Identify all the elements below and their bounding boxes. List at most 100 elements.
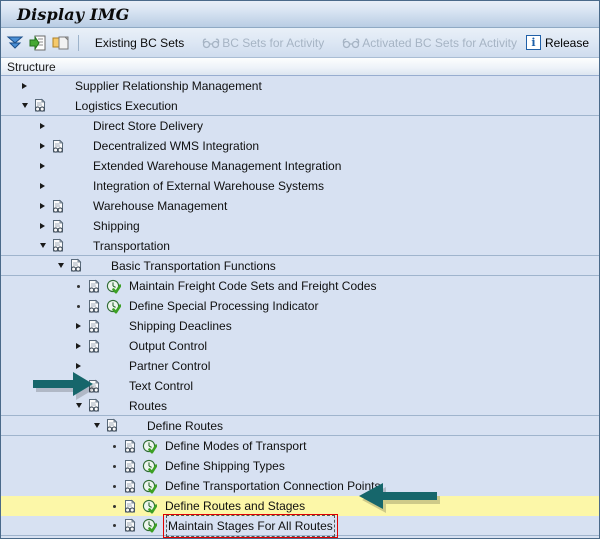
leaf-bullet-icon — [109, 461, 120, 472]
img-node-document-icon — [123, 459, 138, 474]
tree-row[interactable]: Output Control — [1, 336, 599, 356]
tree-row-label: Shipping Deaclines — [121, 316, 232, 336]
release-button[interactable]: i Release — [526, 32, 591, 54]
img-node-document-icon — [33, 98, 48, 113]
tree-row[interactable]: Shipping — [1, 216, 599, 236]
expand-arrow-icon[interactable] — [73, 341, 84, 352]
executable-activity-icon[interactable] — [142, 479, 157, 494]
expand-arrow-icon[interactable] — [37, 141, 48, 152]
activated-bc-sets-for-activity-label: Activated BC Sets for Activity — [362, 36, 517, 50]
tree-row[interactable]: Define Special Processing Indicator — [1, 296, 599, 316]
leaf-bullet-icon — [73, 301, 84, 312]
info-icon: i — [526, 35, 541, 50]
img-node-document-icon — [51, 238, 66, 253]
structure-column-label: Structure — [7, 60, 56, 74]
tree-row-label: Warehouse Management — [85, 196, 227, 216]
expand-arrow-icon[interactable] — [37, 121, 48, 132]
tree-row[interactable]: Text Control — [1, 376, 599, 396]
glasses-icon — [342, 36, 360, 50]
expand-arrow-icon[interactable] — [73, 321, 84, 332]
display-img-window: Display IMG — [0, 0, 600, 539]
leaf-bullet-icon — [73, 281, 84, 292]
tree-row-label: Maintain Freight Code Sets and Freight C… — [121, 276, 376, 296]
collapse-all-icon[interactable] — [5, 31, 26, 55]
expand-arrow-icon[interactable] — [37, 221, 48, 232]
tree-row[interactable]: Basic Transportation Functions — [1, 256, 599, 276]
tree-row-label: Define Special Processing Indicator — [121, 296, 318, 316]
tree-row-label: Integration of External Warehouse System… — [85, 176, 324, 196]
tree-row[interactable]: Maintain Freight Code Sets and Freight C… — [1, 276, 599, 296]
executable-activity-icon[interactable] — [142, 459, 157, 474]
copy-folder-icon[interactable] — [51, 31, 72, 55]
bc-sets-for-activity-button[interactable]: BC Sets for Activity — [193, 31, 333, 55]
expand-node-icon[interactable] — [28, 31, 49, 55]
img-node-document-icon — [51, 139, 66, 154]
expand-arrow-icon[interactable] — [37, 181, 48, 192]
toolbar: Existing BC Sets BC Sets for Activity — [1, 28, 599, 58]
img-node-document-icon — [105, 418, 120, 433]
tree-row-label: Direct Store Delivery — [85, 116, 203, 136]
tree-row[interactable]: Supplier Relationship Management — [1, 76, 599, 96]
collapse-arrow-icon[interactable] — [55, 260, 66, 271]
existing-bc-sets-button[interactable]: Existing BC Sets — [86, 31, 193, 55]
tree-row-label: Define Shipping Types — [157, 456, 285, 476]
expand-arrow-icon[interactable] — [37, 161, 48, 172]
img-node-document-icon — [87, 279, 102, 294]
tree-row-label: Define Modes of Transport — [157, 436, 306, 456]
img-node-document-icon — [87, 398, 102, 413]
collapse-arrow-icon[interactable] — [73, 400, 84, 411]
leaf-bullet-icon — [109, 441, 120, 452]
executable-activity-icon[interactable] — [142, 439, 157, 454]
img-node-document-icon — [123, 499, 138, 514]
img-node-document-icon — [87, 379, 102, 394]
existing-bc-sets-label: Existing BC Sets — [95, 36, 184, 50]
tree-row-label: Define Routes — [139, 416, 223, 436]
window-title-bar: Display IMG — [1, 1, 599, 28]
collapse-arrow-icon[interactable] — [37, 240, 48, 251]
img-node-document-icon — [123, 518, 138, 533]
tree-row[interactable]: Transportation — [1, 236, 599, 256]
expand-arrow-icon[interactable] — [73, 361, 84, 372]
tree-row[interactable]: Decentralized WMS Integration — [1, 136, 599, 156]
collapse-arrow-icon[interactable] — [91, 420, 102, 431]
executable-activity-icon[interactable] — [142, 518, 157, 533]
tree-row-label: Text Control — [121, 376, 193, 396]
img-node-document-icon — [51, 199, 66, 214]
tree-row-label: Output Control — [121, 336, 207, 356]
img-node-document-icon — [87, 299, 102, 314]
tree-row[interactable]: Shipping Deaclines — [1, 316, 599, 336]
tree-row-label: Transportation — [85, 236, 170, 256]
tree-row[interactable]: Integration of External Warehouse System… — [1, 176, 599, 196]
expand-arrow-icon[interactable] — [19, 81, 30, 92]
bc-sets-for-activity-label: BC Sets for Activity — [222, 36, 324, 50]
leaf-bullet-icon — [109, 520, 120, 531]
tree-row[interactable]: Define Routes — [1, 416, 599, 436]
tree-row[interactable]: Direct Store Delivery — [1, 116, 599, 136]
tree-row[interactable]: Partner Control — [1, 356, 599, 376]
tree-row-label: Logistics Execution — [67, 96, 178, 116]
tree-row-label: Shipping — [85, 216, 140, 236]
img-structure-tree[interactable]: Supplier Relationship ManagementLogistic… — [1, 76, 599, 538]
activated-bc-sets-for-activity-button[interactable]: Activated BC Sets for Activity — [333, 31, 526, 55]
expand-arrow-icon[interactable] — [37, 201, 48, 212]
leaf-bullet-icon — [109, 501, 120, 512]
tree-row[interactable]: Define Modes of Transport — [1, 436, 599, 456]
tree-row[interactable]: Routes — [1, 396, 599, 416]
tree-row[interactable]: Logistics Execution — [1, 96, 599, 116]
expand-arrow-icon[interactable] — [73, 381, 84, 392]
tree-row[interactable]: Extended Warehouse Management Integratio… — [1, 156, 599, 176]
tree-row-label: Partner Control — [121, 356, 210, 376]
img-node-document-icon — [123, 479, 138, 494]
tree-row[interactable]: Maintain Stages For All Routes — [1, 516, 599, 536]
executable-activity-icon[interactable] — [142, 499, 157, 514]
leaf-bullet-icon — [109, 481, 120, 492]
tree-row-label: Supplier Relationship Management — [67, 76, 262, 96]
img-node-document-icon — [87, 339, 102, 354]
tree-row[interactable]: Define Shipping Types — [1, 456, 599, 476]
img-node-document-icon — [51, 219, 66, 234]
executable-activity-icon[interactable] — [106, 279, 121, 294]
tree-row[interactable]: Warehouse Management — [1, 196, 599, 216]
tree-row[interactable]: Define Transportation Connection Points — [1, 476, 599, 496]
collapse-arrow-icon[interactable] — [19, 100, 30, 111]
executable-activity-icon[interactable] — [106, 299, 121, 314]
